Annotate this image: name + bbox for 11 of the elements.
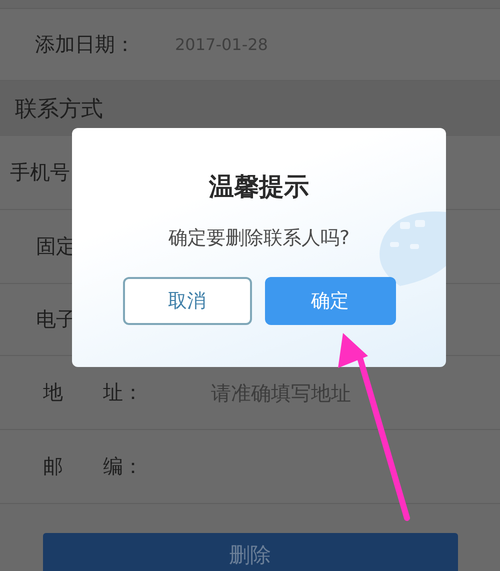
field-label: 添加日期：	[35, 31, 135, 58]
dialog-message: 确定要删除联系人吗?	[168, 226, 350, 251]
confirm-button[interactable]: 确定	[264, 277, 396, 325]
field-label: 手机号	[10, 159, 70, 186]
section-title: 联系方式	[15, 96, 103, 124]
delete-button[interactable]: 删除	[42, 533, 458, 571]
field-label: 电子	[36, 306, 76, 333]
field-label: 地 址：	[43, 379, 143, 406]
cancel-button[interactable]: 取消	[122, 277, 252, 325]
dialog-title: 温馨提示	[209, 171, 309, 203]
field-label: 邮 编：	[43, 453, 143, 480]
